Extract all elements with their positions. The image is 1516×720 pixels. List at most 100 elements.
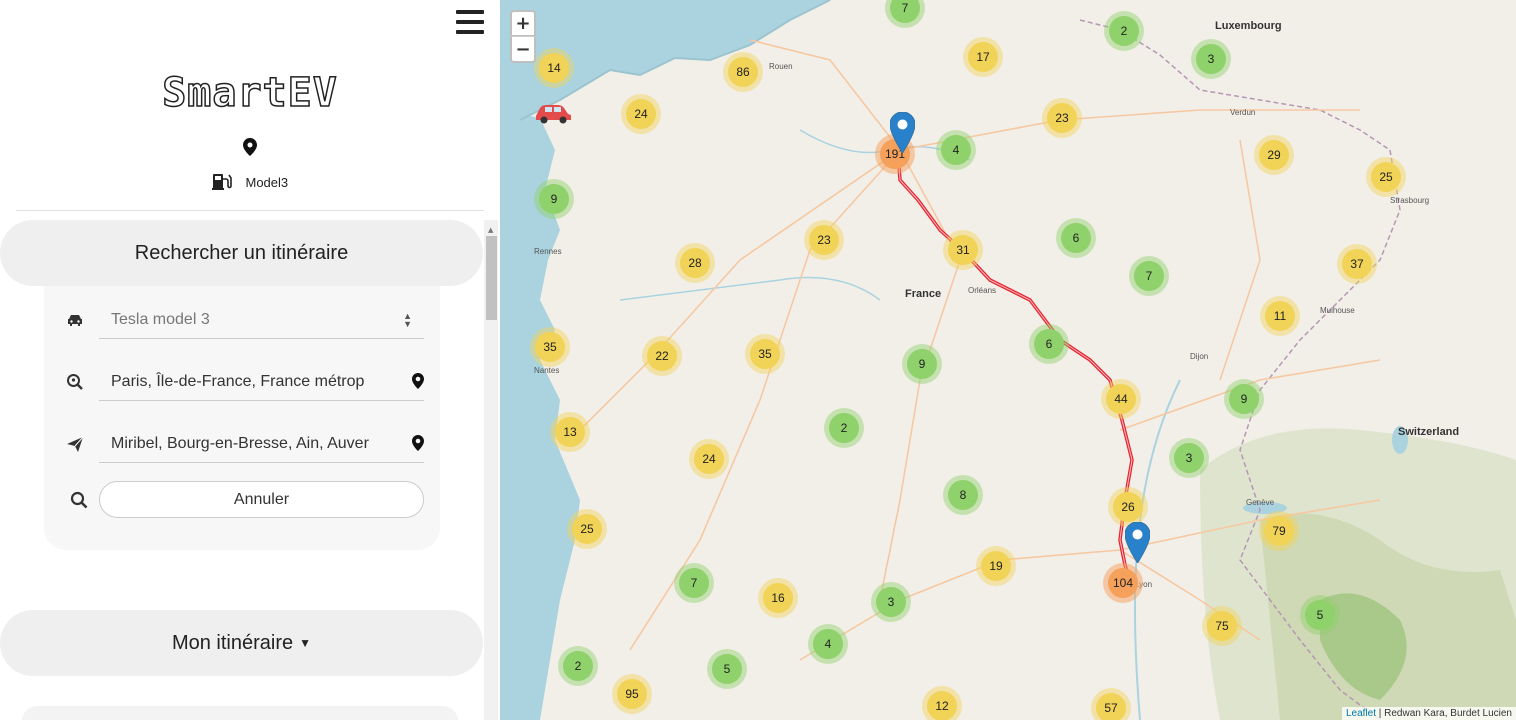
marker-cluster-count: 29 bbox=[1259, 140, 1289, 170]
marker-cluster-count: 19 bbox=[981, 551, 1011, 581]
zoom-in-button[interactable]: + bbox=[510, 10, 536, 37]
marker-cluster[interactable]: 2 bbox=[824, 408, 864, 448]
country-label-luxembourg: Luxembourg bbox=[1215, 20, 1282, 32]
marker-cluster[interactable]: 75 bbox=[1202, 606, 1242, 646]
marker-cluster[interactable]: 14 bbox=[534, 48, 574, 88]
marker-cluster[interactable]: 57 bbox=[1091, 688, 1131, 720]
marker-cluster[interactable]: 9 bbox=[534, 179, 574, 219]
marker-cluster[interactable]: 13 bbox=[550, 412, 590, 452]
marker-cluster[interactable]: 28 bbox=[675, 243, 715, 283]
next-section-stub bbox=[22, 706, 458, 720]
marker-cluster-count: 25 bbox=[1371, 162, 1401, 192]
marker-cluster[interactable]: 22 bbox=[642, 336, 682, 376]
marker-cluster[interactable]: 24 bbox=[621, 94, 661, 134]
map-place: Orléans bbox=[968, 286, 997, 295]
marker-cluster[interactable]: 79 bbox=[1259, 511, 1299, 551]
marker-cluster[interactable]: 24 bbox=[689, 439, 729, 479]
marker-cluster[interactable]: 3 bbox=[1191, 39, 1231, 79]
destination-input[interactable]: Miribel, Bourg-en-Bresse, Ain, Auver bbox=[99, 425, 424, 463]
marker-cluster[interactable]: 12 bbox=[922, 686, 962, 720]
menu-icon[interactable] bbox=[456, 10, 484, 38]
marker-cluster-count: 12 bbox=[927, 691, 957, 720]
marker-cluster[interactable]: 8 bbox=[943, 475, 983, 515]
search-route-header[interactable]: Rechercher un itinéraire bbox=[0, 220, 483, 286]
location-pin-icon bbox=[243, 138, 257, 156]
divider bbox=[16, 210, 484, 211]
marker-cluster[interactable]: 104 bbox=[1103, 563, 1143, 603]
marker-cluster[interactable]: 6 bbox=[1029, 324, 1069, 364]
map-place: Verdun bbox=[1230, 108, 1256, 117]
marker-cluster[interactable]: 31 bbox=[943, 230, 983, 270]
marker-cluster[interactable]: 5 bbox=[1300, 595, 1340, 635]
marker-cluster-count: 6 bbox=[1034, 329, 1064, 359]
paper-plane-icon bbox=[67, 436, 84, 452]
marker-cluster[interactable]: 19 bbox=[976, 546, 1016, 586]
my-itinerary-header[interactable]: Mon itinéraire ▼ bbox=[0, 610, 483, 676]
marker-cluster[interactable]: 4 bbox=[936, 130, 976, 170]
scrollbar-thumb[interactable] bbox=[486, 236, 497, 320]
marker-cluster-count: 7 bbox=[1134, 261, 1164, 291]
marker-cluster[interactable]: 6 bbox=[1056, 218, 1096, 258]
marker-cluster[interactable]: 2 bbox=[1104, 11, 1144, 51]
marker-cluster[interactable]: 9 bbox=[902, 344, 942, 384]
marker-cluster[interactable]: 11 bbox=[1260, 296, 1300, 336]
marker-cluster[interactable]: 25 bbox=[1366, 157, 1406, 197]
marker-cluster-count: 23 bbox=[1047, 103, 1077, 133]
marker-cluster[interactable]: 86 bbox=[723, 52, 763, 92]
destination-row: Miribel, Bourg-en-Bresse, Ain, Auver bbox=[66, 425, 426, 465]
locate-origin-icon[interactable] bbox=[412, 373, 424, 389]
car-select[interactable]: Tesla model 3 ▲ ▼ bbox=[99, 301, 424, 339]
marker-cluster[interactable]: 35 bbox=[745, 334, 785, 374]
marker-cluster[interactable]: 5 bbox=[707, 649, 747, 689]
marker-cluster-count: 11 bbox=[1265, 301, 1295, 331]
marker-cluster[interactable]: 3 bbox=[871, 582, 911, 622]
marker-cluster[interactable]: 7 bbox=[674, 563, 714, 603]
marker-cluster[interactable]: 23 bbox=[1042, 98, 1082, 138]
ev-charger-icon bbox=[211, 174, 232, 190]
marker-cluster[interactable]: 29 bbox=[1254, 135, 1294, 175]
scroll-up-arrow-icon[interactable]: ▲ bbox=[488, 226, 493, 234]
marker-cluster[interactable]: 16 bbox=[758, 578, 798, 618]
marker-cluster[interactable]: 23 bbox=[804, 220, 844, 260]
marker-cluster-count: 7 bbox=[890, 0, 920, 23]
marker-cluster-count: 22 bbox=[647, 341, 677, 371]
caret-down-icon: ▼ bbox=[299, 636, 312, 650]
cancel-button[interactable]: Annuler bbox=[99, 481, 424, 518]
marker-cluster-count: 2 bbox=[563, 651, 593, 681]
marker-cluster[interactable]: 37 bbox=[1337, 244, 1377, 284]
zoom-out-button[interactable]: − bbox=[510, 36, 536, 63]
map-place: Genève bbox=[1246, 498, 1275, 507]
marker-cluster[interactable]: 17 bbox=[963, 37, 1003, 77]
marker-cluster-count: 7 bbox=[679, 568, 709, 598]
marker-cluster-count: 57 bbox=[1096, 693, 1126, 720]
marker-cluster[interactable]: 2 bbox=[558, 646, 598, 686]
leaflet-link[interactable]: Leaflet bbox=[1346, 708, 1376, 719]
map[interactable]: Rouen Orléans Dijon Lyon Verdun Rennes N… bbox=[500, 0, 1516, 720]
search-location-icon bbox=[67, 374, 83, 390]
marker-cluster-count: 16 bbox=[763, 583, 793, 613]
marker-cluster-count: 14 bbox=[539, 53, 569, 83]
marker-cluster-count: 28 bbox=[680, 248, 710, 278]
locate-destination-icon[interactable] bbox=[412, 435, 424, 451]
marker-cluster[interactable]: 35 bbox=[530, 327, 570, 367]
marker-cluster[interactable]: 44 bbox=[1101, 379, 1141, 419]
marker-cluster-count: 3 bbox=[1174, 443, 1204, 473]
route-end-marker-icon[interactable] bbox=[1125, 522, 1150, 563]
marker-cluster[interactable]: 3 bbox=[1169, 438, 1209, 478]
marker-cluster-count: 3 bbox=[876, 587, 906, 617]
car-icon bbox=[68, 315, 82, 326]
marker-cluster-count: 9 bbox=[1229, 384, 1259, 414]
marker-cluster[interactable]: 9 bbox=[1224, 379, 1264, 419]
app-logo: SmartEV bbox=[161, 69, 338, 117]
marker-cluster[interactable]: 4 bbox=[808, 624, 848, 664]
marker-cluster-count: 5 bbox=[1305, 600, 1335, 630]
map-place: Strasbourg bbox=[1390, 196, 1430, 205]
origin-input[interactable]: Paris, Île-de-France, France métrop bbox=[99, 363, 424, 401]
marker-cluster[interactable]: 26 bbox=[1108, 487, 1148, 527]
marker-cluster[interactable]: 25 bbox=[567, 509, 607, 549]
car-marker-icon[interactable] bbox=[533, 100, 573, 126]
marker-cluster-count: 79 bbox=[1264, 516, 1294, 546]
route-start-marker-icon[interactable] bbox=[890, 112, 915, 153]
marker-cluster[interactable]: 7 bbox=[1129, 256, 1169, 296]
marker-cluster[interactable]: 95 bbox=[612, 674, 652, 714]
